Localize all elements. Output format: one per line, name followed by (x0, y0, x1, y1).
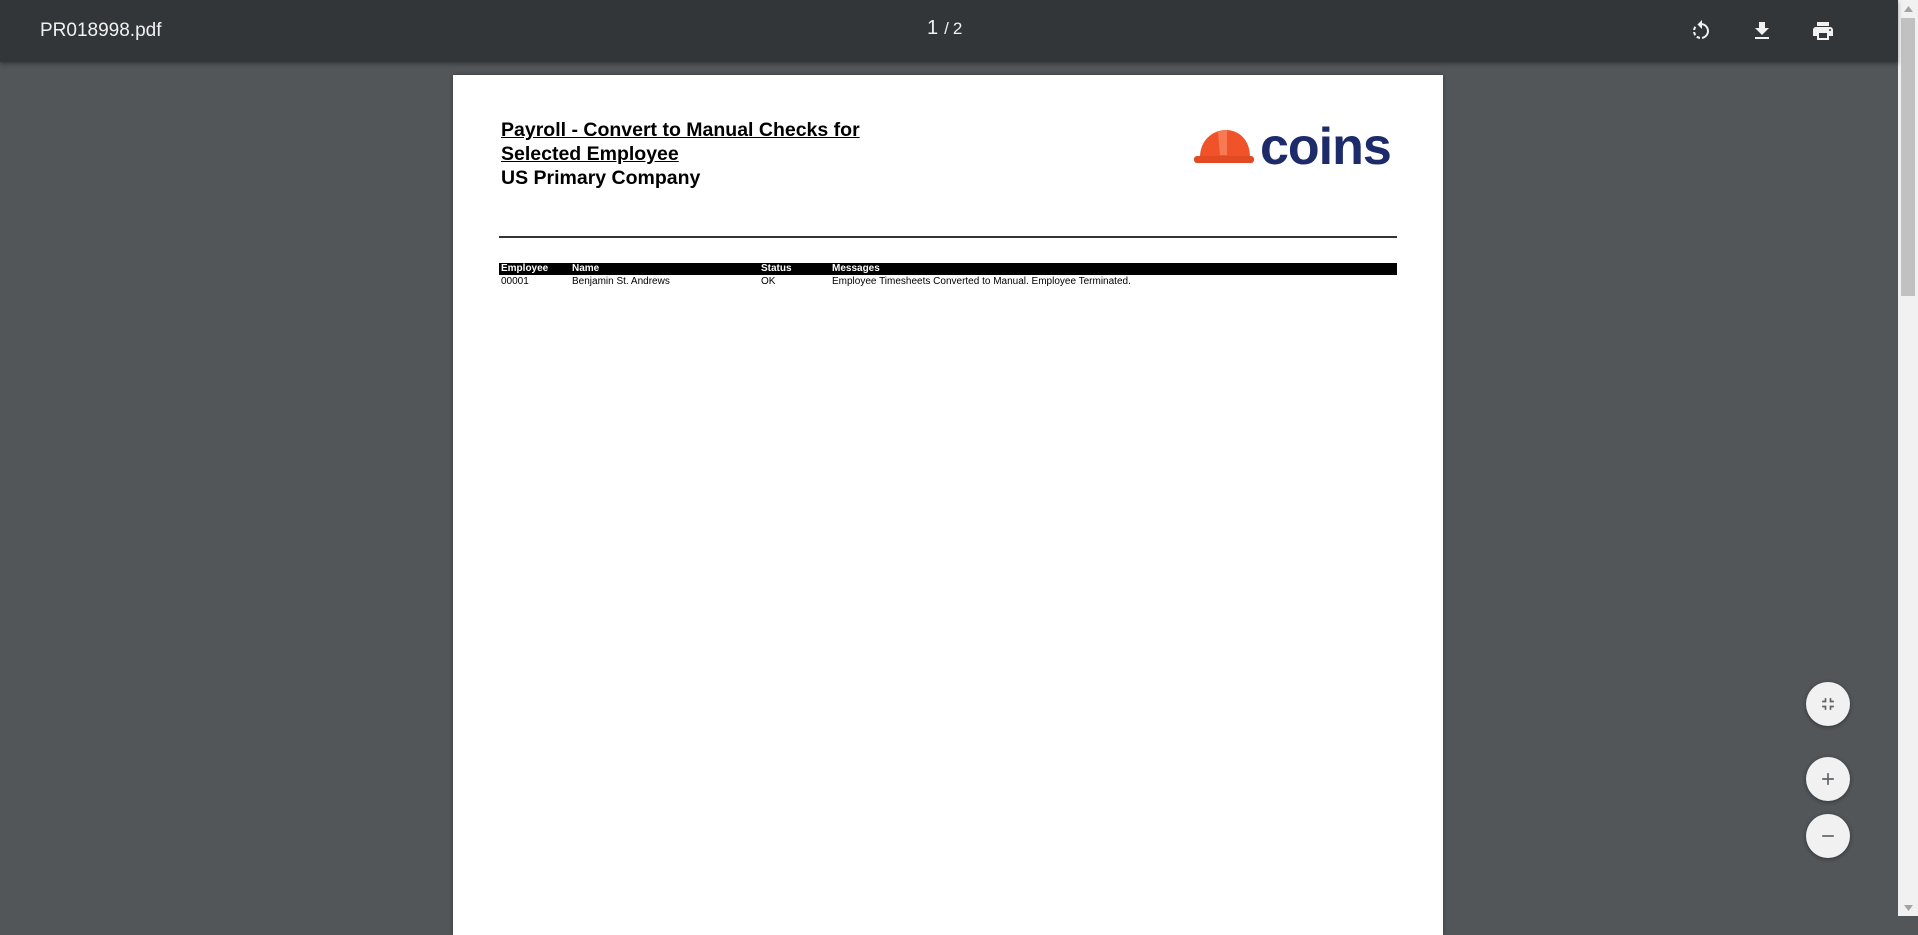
print-icon (1813, 22, 1833, 40)
pdf-page: Payroll - Convert to Manual Checks for S… (453, 75, 1443, 935)
company-name: US Primary Company (501, 167, 701, 189)
file-name: PR018998.pdf (40, 20, 162, 41)
hard-hat-icon (1194, 130, 1254, 163)
cell-status: OK (761, 276, 776, 287)
report-table: Employee Name Status Messages 00001 Benj… (499, 263, 1397, 288)
header-divider (499, 236, 1397, 238)
cell-name: Benjamin St. Andrews (572, 276, 670, 287)
table-row: 00001 Benjamin St. Andrews OK Employee T… (499, 275, 1397, 288)
rotate-button[interactable] (1683, 13, 1719, 49)
logo-wordmark: coins (1260, 118, 1392, 176)
fit-to-page-button[interactable] (1806, 682, 1850, 726)
download-icon (1755, 22, 1769, 39)
vertical-scrollbar[interactable] (1898, 0, 1918, 916)
report-title-line2: Selected Employee (501, 143, 679, 165)
current-page-input[interactable]: 1 (927, 17, 938, 39)
zoom-out-button[interactable] (1806, 814, 1850, 858)
page-separator: / (944, 19, 949, 38)
triangle-down-icon (1903, 904, 1913, 911)
col-name: Name (570, 263, 759, 275)
total-pages: 2 (952, 19, 963, 38)
zoom-in-button[interactable] (1806, 757, 1850, 801)
table-header-row: Employee Name Status Messages (499, 263, 1397, 275)
rotate-icon (1693, 20, 1709, 39)
plus-icon (1822, 773, 1834, 785)
fit-to-page-icon (1822, 698, 1834, 710)
page-indicator: 1 /2 (927, 17, 962, 40)
scroll-up-arrow[interactable] (1898, 0, 1918, 17)
col-employee: Employee (499, 263, 570, 275)
download-button[interactable] (1744, 13, 1780, 49)
coins-logo: coins (1194, 118, 1394, 176)
col-messages: Messages (830, 263, 1397, 275)
minus-icon (1822, 835, 1834, 837)
col-status: Status (759, 263, 830, 275)
report-heading: Payroll - Convert to Manual Checks for S… (501, 118, 860, 190)
report-title-line1: Payroll - Convert to Manual Checks for (501, 119, 860, 141)
print-button[interactable] (1805, 13, 1841, 49)
cell-messages: Employee Timesheets Converted to Manual.… (832, 276, 1131, 287)
cell-employee: 00001 (501, 276, 529, 287)
pdf-toolbar: PR018998.pdf 1 /2 (0, 0, 1898, 62)
triangle-up-icon (1903, 5, 1913, 12)
scroll-thumb[interactable] (1901, 18, 1915, 296)
scroll-down-arrow[interactable] (1898, 899, 1918, 916)
